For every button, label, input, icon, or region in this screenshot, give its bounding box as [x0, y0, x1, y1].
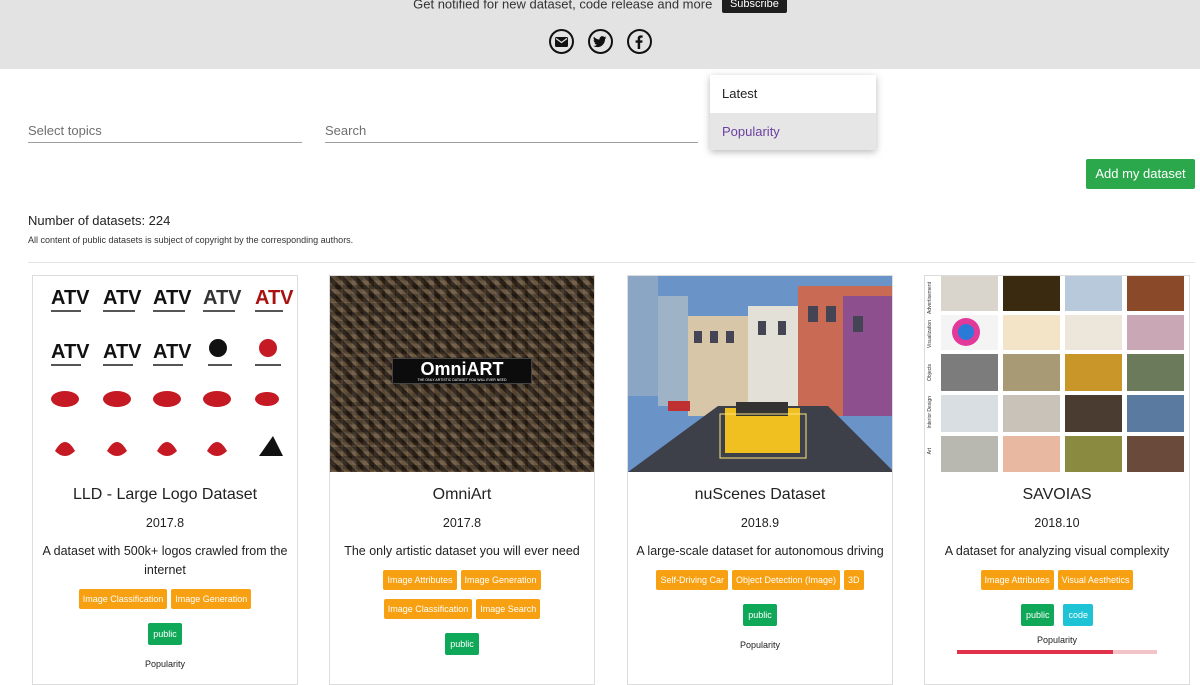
popularity-label: Popularity: [1036, 635, 1078, 645]
tag[interactable]: Image Classification: [78, 589, 168, 609]
popularity-bar-fill: [957, 650, 1113, 654]
svg-text:ATV: ATV: [103, 287, 142, 309]
dataset-thumbnail: OmniART THE ONLY ARTISTIC DATASET YOU WI…: [330, 276, 594, 472]
sort-dropdown-menu: Latest Popularity: [710, 75, 876, 150]
dataset-description: A large-scale dataset for autonomous dri…: [636, 544, 884, 558]
public-badge[interactable]: public: [743, 604, 777, 626]
omniart-tagline: THE ONLY ARTISTIC DATASET YOU WILL EVER …: [417, 378, 507, 382]
svg-text:ATV: ATV: [203, 287, 242, 309]
tag[interactable]: Image Generation: [460, 570, 541, 590]
subscribe-button[interactable]: Subscribe: [721, 0, 787, 13]
svg-text:ATV: ATV: [153, 287, 192, 309]
divider: [28, 262, 1195, 263]
mail-icon[interactable]: [548, 29, 574, 54]
thumb-row-label: Art: [927, 448, 933, 455]
dataset-title[interactable]: nuScenes Dataset: [628, 486, 892, 504]
dataset-title[interactable]: SAVOIAS: [925, 486, 1189, 504]
svg-text:ATV: ATV: [255, 287, 294, 309]
svg-text:ATV: ATV: [51, 287, 90, 309]
dataset-card-omniart[interactable]: OmniART THE ONLY ARTISTIC DATASET YOU WI…: [329, 275, 595, 685]
tag-list: Image Attributes Visual Aesthetics: [925, 570, 1189, 595]
sort-option-popularity[interactable]: Popularity: [710, 112, 876, 150]
badge-list: public: [330, 633, 594, 655]
dataset-description: The only artistic dataset you will ever …: [344, 544, 580, 558]
tag[interactable]: Image Classification: [383, 599, 473, 619]
popularity-bar: [957, 650, 1157, 654]
search-input[interactable]: Search: [325, 123, 698, 143]
add-dataset-button[interactable]: Add my dataset: [1086, 159, 1195, 189]
dataset-description: A dataset for analyzing visual complexit…: [944, 544, 1170, 558]
dataset-thumbnail: ATV ATV ATV ATV ATV ATV ATV ATV: [33, 276, 297, 472]
popularity-label: Popularity: [144, 659, 186, 669]
dataset-title[interactable]: OmniArt: [330, 486, 594, 504]
tag[interactable]: Image Generation: [171, 589, 252, 609]
public-badge[interactable]: public: [148, 623, 182, 645]
dataset-thumbnail: [628, 276, 892, 472]
tag[interactable]: 3D: [844, 570, 864, 590]
tag[interactable]: Visual Aesthetics: [1057, 570, 1134, 590]
popularity-label: Popularity: [739, 640, 781, 650]
sort-option-latest[interactable]: Latest: [710, 75, 876, 113]
dataset-year: 2017.8: [442, 516, 482, 530]
dataset-card-nuscenes[interactable]: nuScenes Dataset 2018.9 A large-scale da…: [627, 275, 893, 685]
svg-text:ATV: ATV: [103, 341, 142, 363]
tag[interactable]: Image Attributes: [383, 570, 457, 590]
dataset-year: 2018.9: [740, 516, 780, 530]
top-banner: Get notified for new dataset, code relea…: [0, 0, 1200, 69]
topics-select[interactable]: Select topics: [28, 123, 302, 143]
notify-text: Get notified for new dataset, code relea…: [413, 0, 713, 12]
badge-list: public: [628, 604, 892, 626]
tag[interactable]: Image Attributes: [980, 570, 1054, 590]
svg-text:ATV: ATV: [153, 341, 192, 363]
code-badge[interactable]: code: [1063, 604, 1094, 626]
thumb-row-label: Advertisement: [927, 282, 933, 314]
public-badge[interactable]: public: [445, 633, 479, 655]
twitter-icon[interactable]: [587, 29, 613, 54]
facebook-icon[interactable]: [626, 29, 652, 54]
dataset-description: A dataset with 500k+ logos crawled from …: [42, 544, 288, 577]
tag-list: Image Attributes Image Generation Image …: [330, 570, 594, 624]
thumb-row-label: Objects: [927, 364, 933, 381]
tag[interactable]: Object Detection (Image): [731, 570, 841, 590]
notify-bar: Get notified for new dataset, code relea…: [0, 0, 1200, 13]
tag[interactable]: Image Search: [476, 599, 541, 619]
dataset-title[interactable]: LLD - Large Logo Dataset: [33, 486, 297, 504]
omniart-logo-text: OmniART: [420, 359, 504, 379]
svg-text:ATV: ATV: [51, 341, 90, 363]
dataset-card-lld[interactable]: ATV ATV ATV ATV ATV ATV ATV ATV LLD - Large Lo…: [32, 275, 298, 685]
dataset-card-savoias[interactable]: Advertisement Visualization Objects Inte…: [924, 275, 1190, 685]
dataset-year: 2018.10: [1034, 516, 1080, 530]
tag[interactable]: Self-Driving Car: [656, 570, 728, 590]
thumb-row-label: Visualization: [927, 320, 933, 348]
dataset-year: 2017.8: [145, 516, 185, 530]
thumb-row-label: Interior Design: [927, 396, 933, 429]
tag-list: Image Classification Image Generation: [33, 589, 297, 614]
social-links: [0, 29, 1200, 54]
badge-list: public code: [925, 604, 1189, 626]
public-badge[interactable]: public: [1020, 604, 1055, 626]
tag-list: Self-Driving Car Object Detection (Image…: [628, 570, 892, 595]
badge-list: public: [33, 623, 297, 645]
copyright-notice: All content of public datasets is subjec…: [28, 235, 354, 245]
dataset-thumbnail: Advertisement Visualization Objects Inte…: [925, 276, 1189, 472]
dataset-count: Number of datasets: 224: [28, 213, 171, 228]
